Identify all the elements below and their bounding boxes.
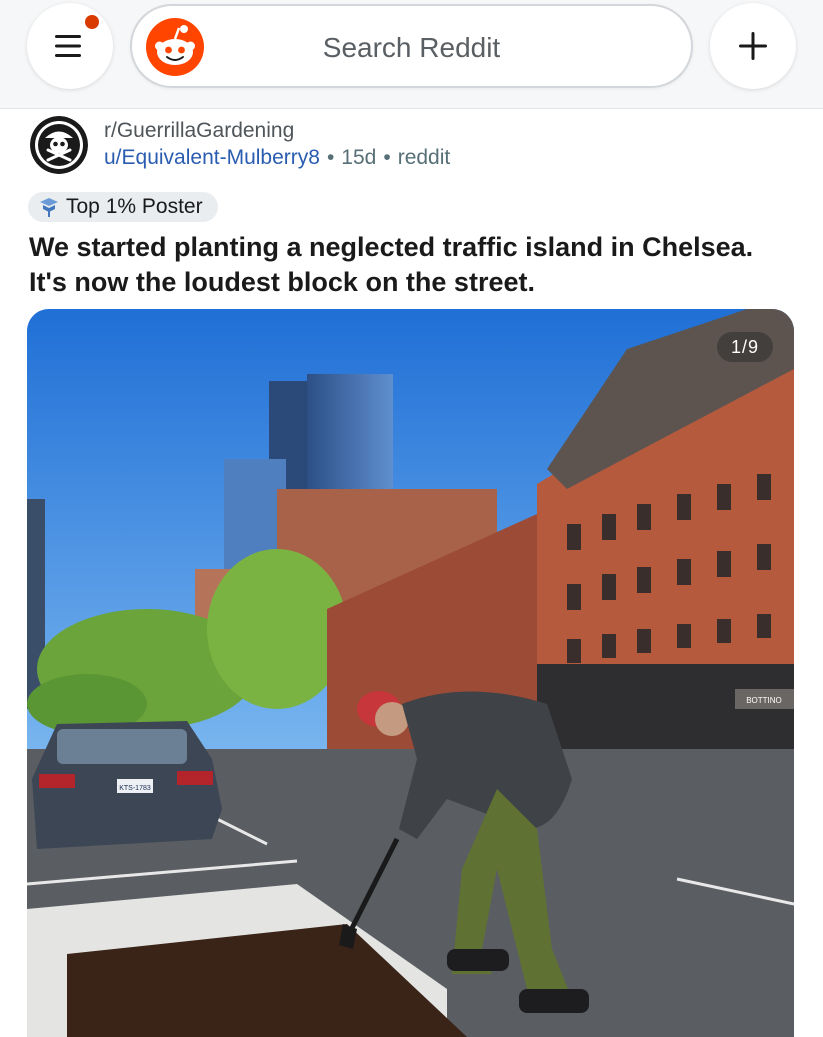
gallery-counter: 1/9 (717, 332, 773, 362)
separator-dot: • (383, 146, 391, 169)
skull-crossbones-icon (30, 116, 88, 174)
license-plate: KTS-1783 (119, 785, 151, 792)
community-avatar[interactable] (30, 116, 88, 174)
post-meta: u/Equivalent-Mulberry8 • 15d • reddit (104, 146, 450, 170)
create-post-button[interactable] (710, 3, 796, 89)
menu-button[interactable] (27, 3, 113, 89)
post-title[interactable]: We started planting a neglected traffic … (29, 230, 769, 300)
plus-icon (739, 32, 767, 60)
hamburger-menu-icon (55, 35, 81, 57)
separator-dot: • (326, 146, 335, 169)
search-input[interactable] (222, 24, 601, 72)
top-bar (0, 0, 823, 109)
post-source: reddit (397, 146, 451, 169)
author-username[interactable]: u/Equivalent-Mulberry8 (104, 146, 320, 169)
subreddit-name[interactable]: r/GuerrillaGardening (104, 119, 294, 143)
awning-sign: BOTTINO (746, 696, 782, 705)
post-image[interactable]: BOTTINO KTS-1783 (27, 309, 794, 1037)
user-flair-badge: Top 1% Poster (28, 192, 218, 222)
flair-label: Top 1% Poster (66, 195, 203, 218)
post-age: 15d (341, 146, 377, 169)
top-poster-badge-icon (40, 198, 58, 217)
reddit-snoo-logo-icon (146, 18, 204, 76)
notification-dot (85, 15, 99, 29)
search-bar[interactable] (130, 4, 693, 88)
